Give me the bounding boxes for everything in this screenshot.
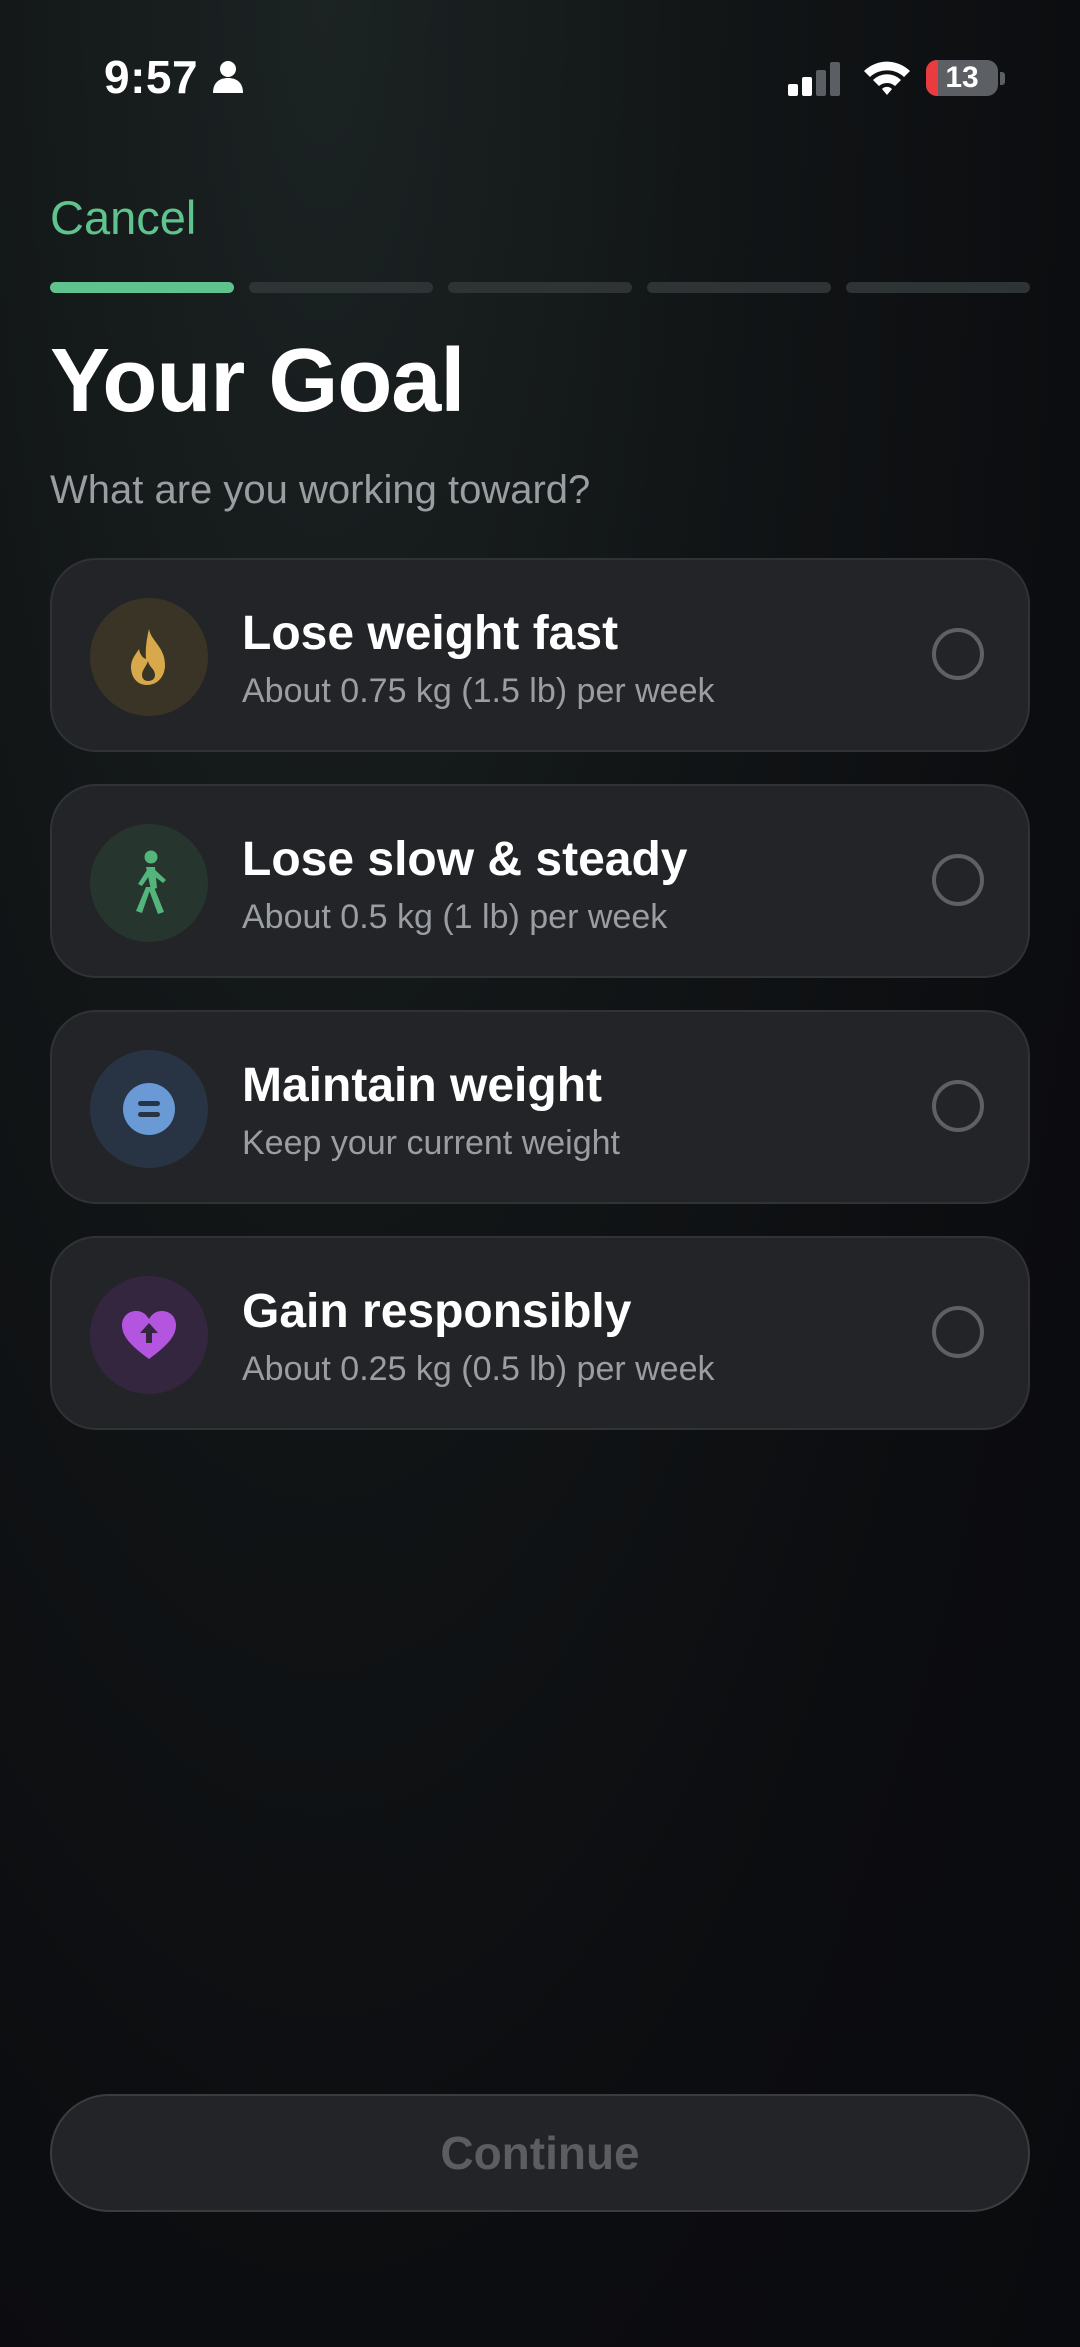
option-radio[interactable]	[932, 1080, 984, 1132]
goal-options-list: Lose weight fast About 0.75 kg (1.5 lb) …	[50, 558, 1030, 1462]
cancel-button[interactable]: Cancel	[50, 190, 196, 245]
progress-segment	[846, 282, 1030, 293]
wifi-icon	[864, 61, 910, 95]
option-radio[interactable]	[932, 628, 984, 680]
status-time: 9:57	[104, 51, 199, 103]
option-radio[interactable]	[932, 854, 984, 906]
goal-option-gain[interactable]: Gain responsibly About 0.25 kg (0.5 lb) …	[50, 1236, 1030, 1430]
flame-icon	[131, 629, 165, 685]
heart-arrow-icon	[122, 1311, 176, 1359]
continue-button[interactable]: Continue	[50, 2094, 1030, 2212]
option-icon-circle	[90, 598, 208, 716]
page-subtitle: What are you working toward?	[50, 468, 591, 512]
option-subtitle: About 0.5 kg (1 lb) per week	[242, 898, 668, 936]
goal-option-lose-fast[interactable]: Lose weight fast About 0.75 kg (1.5 lb) …	[50, 558, 1030, 752]
progress-segment	[448, 282, 632, 293]
battery-percent: 13	[945, 61, 979, 94]
person-icon	[213, 61, 243, 93]
walking-icon	[136, 850, 166, 914]
option-icon-circle	[90, 1050, 208, 1168]
equals-icon	[123, 1083, 175, 1135]
progress-segment	[647, 282, 831, 293]
option-icon-circle	[90, 1276, 208, 1394]
step-progress-bar	[50, 282, 1030, 293]
progress-segment	[249, 282, 433, 293]
option-radio[interactable]	[932, 1306, 984, 1358]
goal-option-lose-slow[interactable]: Lose slow & steady About 0.5 kg (1 lb) p…	[50, 784, 1030, 978]
page-title: Your Goal	[50, 331, 465, 431]
option-icon-circle	[90, 824, 208, 942]
progress-segment	[50, 282, 234, 293]
option-subtitle: Keep your current weight	[242, 1124, 620, 1162]
cellular-signal-icon	[788, 62, 840, 96]
status-bar: 9:57 13	[0, 0, 1080, 150]
goal-option-maintain[interactable]: Maintain weight Keep your current weight	[50, 1010, 1030, 1204]
option-title: Lose slow & steady	[242, 833, 688, 886]
option-title: Gain responsibly	[242, 1285, 632, 1338]
option-title: Maintain weight	[242, 1059, 602, 1112]
option-subtitle: About 0.75 kg (1.5 lb) per week	[242, 672, 715, 710]
option-title: Lose weight fast	[242, 607, 619, 660]
option-subtitle: About 0.25 kg (0.5 lb) per week	[242, 1350, 715, 1388]
battery-indicator: 13	[926, 60, 998, 96]
battery-cap	[1000, 72, 1005, 85]
